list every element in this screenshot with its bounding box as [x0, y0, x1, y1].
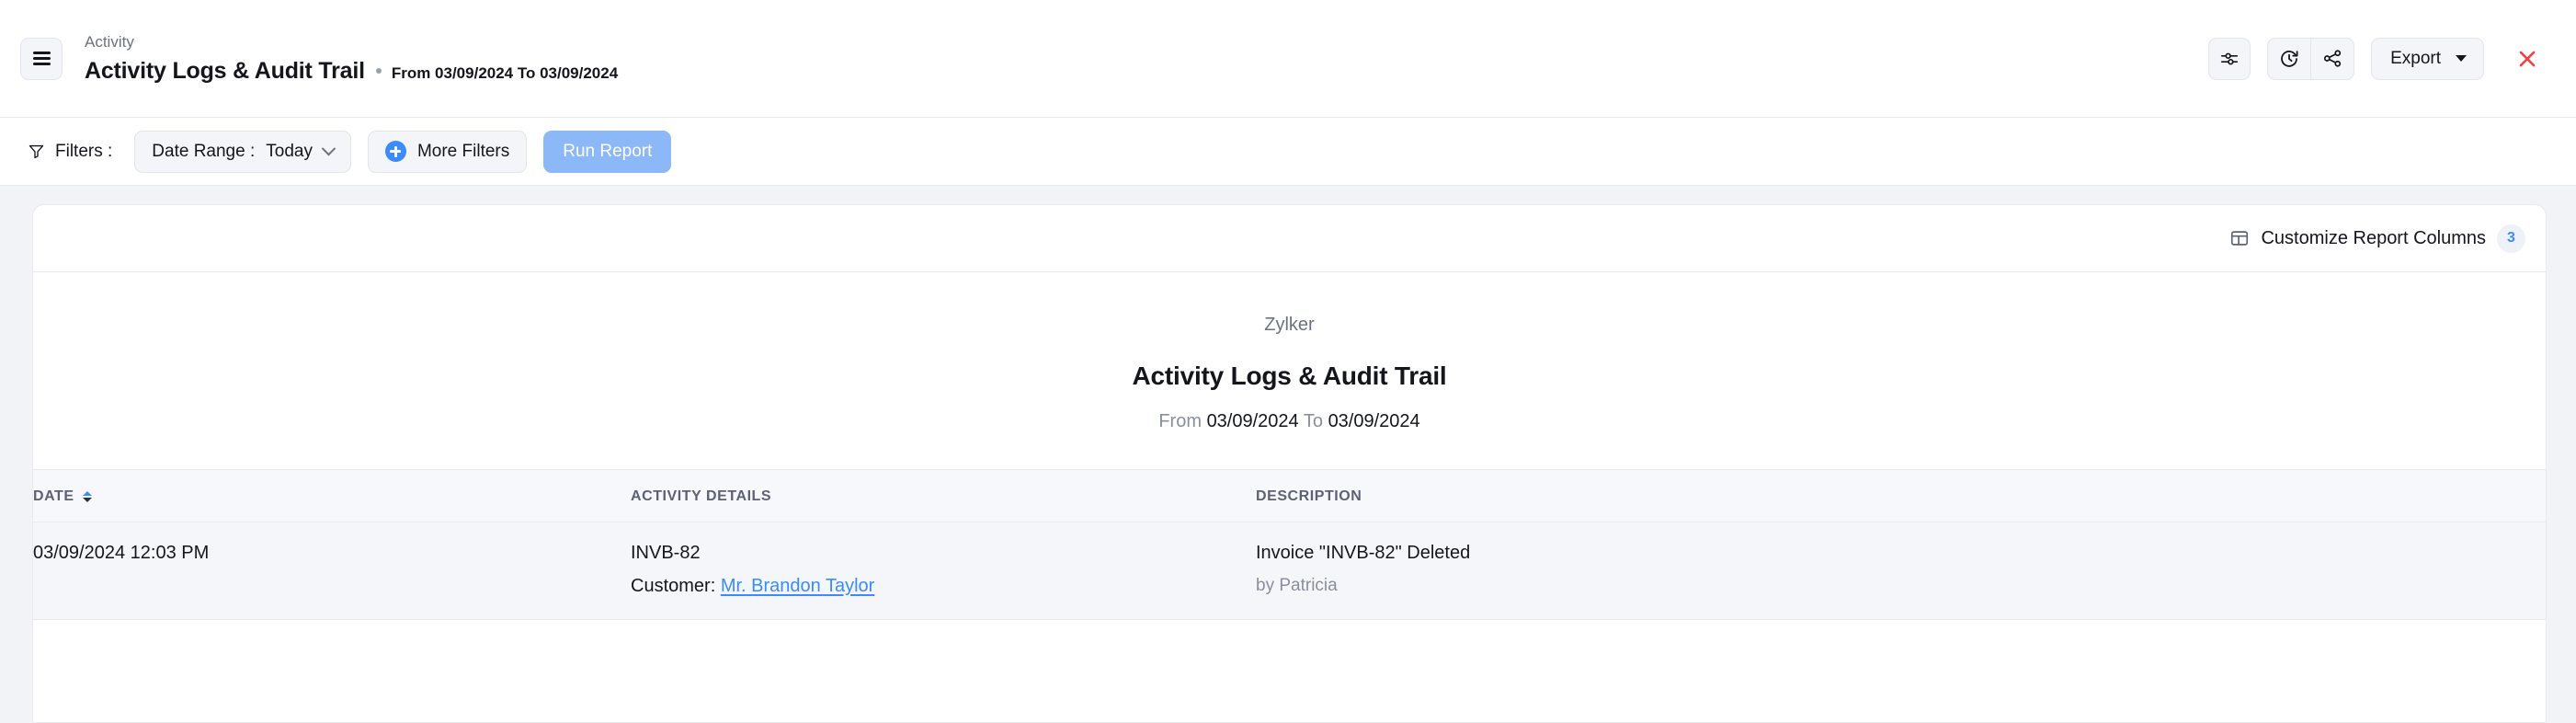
- customize-report-columns-button[interactable]: Customize Report Columns 3: [2229, 224, 2525, 253]
- report-settings-button[interactable]: [2208, 37, 2251, 80]
- hamburger-menu-button[interactable]: [20, 37, 63, 80]
- close-x-icon: [2519, 51, 2536, 66]
- range-to-label: To: [1303, 411, 1323, 431]
- cell-activity-details: INVB-82 Customer: Mr. Brandon Taylor: [631, 522, 1256, 620]
- schedule-report-button[interactable]: [2268, 39, 2310, 79]
- cell-description: Invoice "INVB-82" Deleted by Patricia: [1256, 522, 2546, 620]
- funnel-filter-icon: [28, 144, 44, 159]
- column-header-date-label: DATE: [33, 488, 74, 504]
- chevron-down-icon: [321, 141, 336, 156]
- share-nodes-icon: [2323, 50, 2341, 67]
- date-range-filter[interactable]: Date Range : Today: [134, 130, 351, 173]
- range-to-value: 03/09/2024: [1328, 411, 1420, 431]
- table-header: DATE ACTIVITY DETAILS DESCRIPTION: [33, 469, 2546, 522]
- close-button[interactable]: [2512, 43, 2543, 75]
- page-body: Customize Report Columns 3 Zylker Activi…: [0, 186, 2576, 723]
- header-icon-group: [2267, 37, 2355, 80]
- activity-customer: Customer: Mr. Brandon Taylor: [631, 576, 1256, 597]
- customize-report-columns-row: Customize Report Columns 3: [33, 205, 2546, 272]
- description-text: Invoice "INVB-82" Deleted: [1256, 543, 1471, 563]
- hamburger-menu-icon: [32, 49, 51, 68]
- customer-link[interactable]: Mr. Brandon Taylor: [721, 576, 875, 596]
- report-title: Activity Logs & Audit Trail: [1132, 362, 1447, 390]
- column-header-activity-details: ACTIVITY DETAILS: [631, 469, 1256, 522]
- range-from-value: 03/09/2024: [1206, 411, 1299, 431]
- export-button-label: Export: [2390, 48, 2441, 68]
- report-date-range: From 03/09/2024 To 03/09/2024: [33, 411, 2546, 432]
- more-filters-button[interactable]: More Filters: [367, 130, 528, 173]
- clock-refresh-schedule-icon: [2281, 50, 2298, 67]
- header-date-range: From 03/09/2024 To 03/09/2024: [391, 64, 619, 82]
- title-line: Activity Logs & Audit Trail From 03/09/2…: [85, 57, 618, 85]
- sort-ascending-icon: [82, 490, 92, 496]
- page-title: Activity Logs & Audit Trail: [85, 58, 365, 84]
- activity-report-table: DATE ACTIVITY DETAILS DESCRIPTION 03/09/…: [33, 469, 2546, 620]
- date-range-filter-value: Today: [266, 141, 313, 161]
- title-separator-dot: [375, 68, 382, 74]
- column-header-description: DESCRIPTION: [1256, 469, 2546, 522]
- plus-circle-icon: [384, 141, 406, 162]
- filter-bar: Filters : Date Range : Today More Filter…: [0, 118, 2576, 186]
- column-header-date[interactable]: DATE: [33, 469, 631, 522]
- share-report-button[interactable]: [2311, 39, 2354, 79]
- cell-date: 03/09/2024 12:03 PM: [33, 522, 631, 620]
- customer-label: Customer:: [631, 576, 716, 596]
- activity-reference: INVB-82: [631, 543, 701, 563]
- sort-descending-icon: [82, 497, 92, 502]
- organization-name: Zylker: [1264, 315, 1315, 335]
- date-range-filter-label: Date Range :: [152, 141, 256, 161]
- sort-toggle-icon[interactable]: [82, 490, 92, 502]
- chevron-down-icon: [2456, 55, 2467, 62]
- filters-label-group: Filters :: [28, 142, 112, 162]
- breadcrumb: Activity: [85, 33, 134, 51]
- column-header-description-label: DESCRIPTION: [1256, 488, 1362, 504]
- range-from-label: From: [1158, 411, 1202, 431]
- header-title-block: Activity Activity Logs & Audit Trail Fro…: [85, 32, 618, 85]
- run-report-button[interactable]: Run Report: [543, 130, 672, 173]
- description-author: by Patricia: [1256, 576, 1338, 595]
- report-header: Zylker Activity Logs & Audit Trail From …: [33, 272, 2546, 469]
- header-actions: Export: [2208, 37, 2543, 80]
- customize-report-columns-label: Customize Report Columns: [2261, 227, 2486, 248]
- table-columns-icon: [2231, 231, 2249, 246]
- table-body: 03/09/2024 12:03 PM INVB-82 Customer: Mr…: [33, 522, 2546, 620]
- table-row[interactable]: 03/09/2024 12:03 PM INVB-82 Customer: Mr…: [33, 522, 2546, 620]
- top-header-bar: Activity Activity Logs & Audit Trail Fro…: [0, 0, 2576, 118]
- filters-label: Filters :: [55, 141, 113, 161]
- more-filters-label: More Filters: [416, 141, 510, 161]
- table-header-row: DATE ACTIVITY DETAILS DESCRIPTION: [33, 469, 2546, 522]
- sliders-settings-icon: [2221, 52, 2239, 64]
- report-card: Customize Report Columns 3 Zylker Activi…: [32, 204, 2547, 723]
- customize-columns-count-badge: 3: [2497, 224, 2525, 253]
- column-header-activity-details-label: ACTIVITY DETAILS: [631, 488, 772, 504]
- export-button[interactable]: Export: [2371, 37, 2484, 80]
